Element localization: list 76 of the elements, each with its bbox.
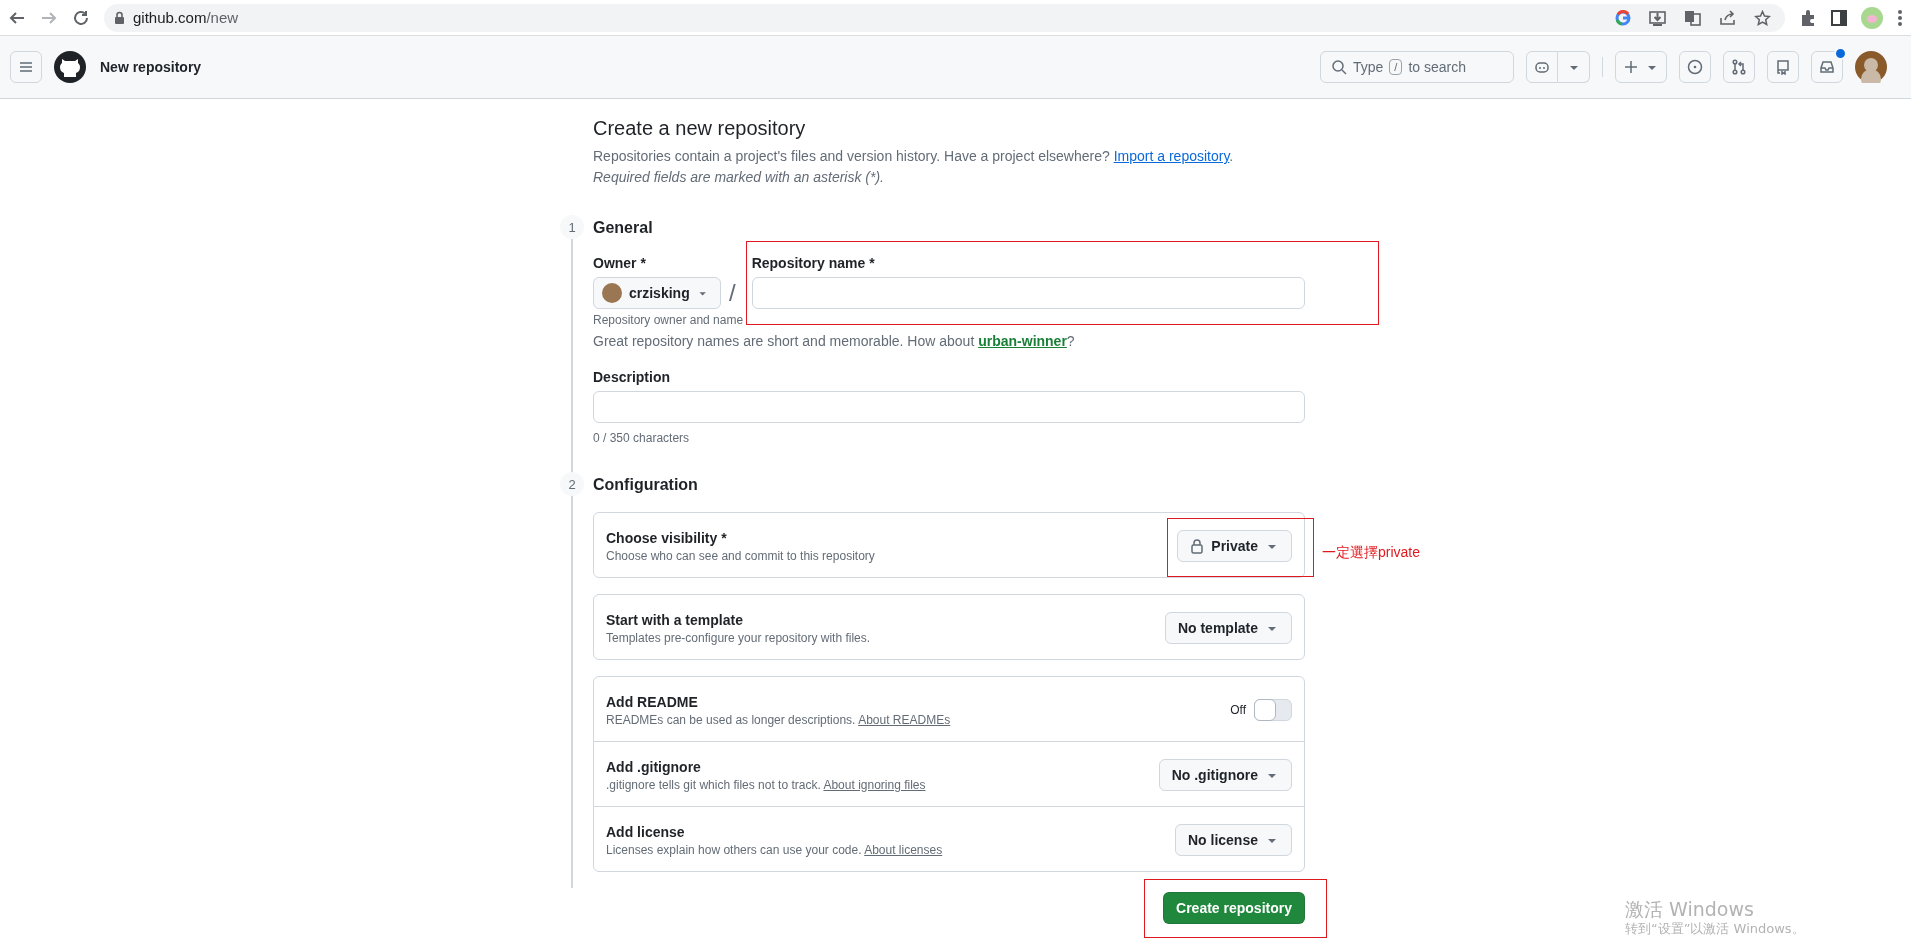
help-link[interactable]: About READMEs [858,712,951,727]
page-title: New repository [100,59,202,75]
toggle-switch[interactable] [1254,699,1292,721]
share-icon[interactable] [1719,9,1736,26]
search-placeholder: Type [1353,59,1384,75]
name-hint: Great repository names are short and memorable. How about urban-winner? [593,332,1076,351]
setting-description: Templates pre-configure your repository with files. [606,630,871,645]
setting-title: Add README [606,693,699,710]
logo-icon[interactable] [54,51,86,83]
star-icon[interactable] [1754,9,1771,26]
setting-title: Add license [606,823,686,840]
setting-description: READMEs can be used as longer descriptions. About READMEs [606,712,951,727]
issue-icon [1687,59,1703,75]
section-heading: Configuration [593,475,699,495]
section-heading: General [593,218,654,238]
pull-requests-button[interactable] [1723,51,1755,83]
copilot-button[interactable] [1526,51,1558,83]
activation-title: 激活 Windows [1625,898,1755,920]
owner-dropdown[interactable]: crzisking [593,277,721,309]
search-icon [1331,59,1347,75]
robot-icon [1534,59,1550,75]
step-number: 2 [560,472,584,496]
lock-icon [114,10,125,25]
field-hint: Repository owner and name [593,312,744,328]
suggested-name-link[interactable]: urban-winner [978,333,1067,349]
character-count: 0 / 350 characters [593,431,691,445]
description-field[interactable] [593,391,1305,423]
help-link[interactable]: About ignoring files [823,777,926,792]
select-dropdown[interactable]: No template [1164,612,1292,644]
select-dropdown[interactable]: No .gitignore [1158,759,1292,791]
issues-button[interactable] [1679,51,1711,83]
avatar[interactable] [1855,51,1887,83]
page-heading: Create a new repository [593,117,807,140]
install-icon[interactable] [1649,9,1666,26]
extensions-icon[interactable] [1799,8,1817,27]
shortcut-key: / [1389,59,1403,75]
menu-icon [18,59,34,75]
select-dropdown[interactable]: Private [1177,530,1292,562]
field-label: Owner * [593,255,647,271]
create-new-button[interactable] [1615,51,1667,83]
more-icon[interactable] [1897,8,1903,27]
setting-description: Licenses explain how others can use your code. About licenses [606,842,943,857]
side-panel-icon[interactable] [1831,9,1847,26]
annotation-note: 一定選擇private [1322,544,1421,562]
setting-title: Start with a template [606,611,744,628]
repositories-button[interactable] [1767,51,1799,83]
inbox-icon [1819,59,1835,75]
field-label: Description [593,369,671,385]
google-icon[interactable] [1615,9,1631,26]
help-link[interactable]: About licenses [864,842,943,857]
required-note: Required fields are marked with an asterisk (*). [593,168,885,187]
setting-title: Add .gitignore [606,758,702,775]
url-text: github.com/new [133,9,239,26]
setting-description: .gitignore tells git which files not to track. About ignoring files [606,777,926,792]
separator: / [729,279,736,308]
create-repository-button[interactable]: Create repository [1163,892,1305,924]
address-bar[interactable]: github.com/new [104,3,1785,32]
step-number: 1 [560,215,584,239]
reload-icon[interactable] [72,8,90,27]
translate-icon[interactable] [1684,9,1701,26]
pull-request-icon [1731,59,1747,75]
plus-icon [1623,59,1639,75]
menu-button[interactable] [10,51,42,83]
owner-avatar [602,283,622,303]
setting-title: Choose visibility * [606,529,728,546]
activation-subtitle: 转到“设置”以激活 Windows。 [1625,920,1805,938]
toggle-state: Off [1230,703,1246,717]
inbox-button[interactable] [1811,51,1843,83]
search-placeholder: to search [1408,59,1466,75]
repository-name-field[interactable] [751,277,1305,309]
select-dropdown[interactable]: No license [1174,824,1292,856]
book-icon [1775,59,1791,75]
setting-description: Choose who can see and commit to this repository [606,548,875,563]
field-label: Repository name * [751,255,876,271]
search-field[interactable]: Type / to search [1320,51,1514,83]
intro-text: Repositories contain a project's files and version history. Have a project elsewhere? Import a repository. [593,147,1235,166]
